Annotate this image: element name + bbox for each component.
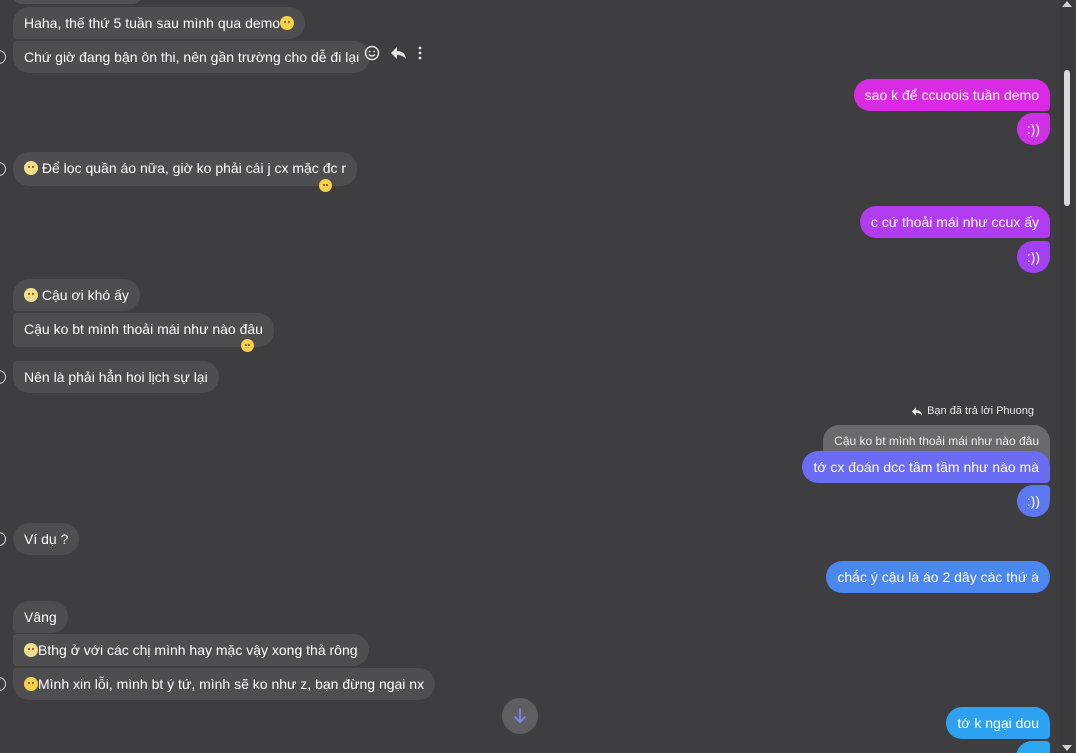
message-text: tớ k ngại dou (957, 715, 1039, 731)
outgoing-message[interactable]: tớ k ngại dou (946, 707, 1050, 739)
reply-arrow-icon (911, 406, 923, 416)
message-text: Cậu ko bt mình thoải mái như nào đâu (24, 321, 263, 337)
scrollbar-thumb[interactable] (1064, 70, 1070, 206)
sad-emoji-icon (24, 643, 38, 657)
message-text: :)) (1026, 249, 1040, 265)
arrow-down-icon (514, 708, 526, 723)
message-text: :)) (1026, 493, 1040, 509)
incoming-message[interactable]: Vâng (13, 601, 68, 633)
avatar[interactable] (0, 162, 6, 176)
quoted-text: Cậu ko bt mình thoải mái như nào đâu (834, 434, 1039, 448)
reply-label: Bạn đã trả lời Phuong (911, 405, 1034, 417)
smiley-icon[interactable] (364, 45, 380, 66)
message-text: Mình xin lỗi, mình bt ý tứ, mình sẽ ko n… (38, 676, 425, 692)
message-text: Bthg ở với các chị mình hay mặc vậy xong… (38, 642, 358, 658)
message-text: Nên là phải hẳn hoi lịch sự lại (24, 369, 208, 385)
outgoing-message[interactable]: :)) (1016, 485, 1050, 517)
outgoing-message-partial[interactable] (1016, 741, 1050, 753)
message-text: Chứ giờ đang bận ôn thi, nên gần trường … (24, 49, 360, 65)
outgoing-message[interactable]: chắc ý cậu là áo 2 dây các thứ à (826, 561, 1050, 593)
more-vertical-icon[interactable] (417, 45, 423, 66)
incoming-message[interactable]: Chứ giờ đang bận ôn thi, nên gần trường … (13, 41, 371, 73)
avatar[interactable] (0, 532, 6, 546)
incoming-message[interactable]: Để lọc quần áo nữa, giờ ko phải cái j cx… (13, 152, 358, 186)
outgoing-message[interactable]: :)) (1016, 113, 1050, 145)
message-text: chắc ý cậu là áo 2 dây các thứ à (837, 569, 1039, 585)
outgoing-message[interactable]: c cứ thoải mái như ccux ấy (859, 206, 1050, 238)
incoming-message[interactable]: Mình xin lỗi, mình bt ý tứ, mình sẽ ko n… (13, 668, 436, 700)
incoming-message[interactable]: Cậu ơi khó ấy (13, 279, 140, 311)
pensive-emoji-icon (24, 677, 38, 691)
outgoing-message[interactable]: sao k để ccuoois tuần demo (853, 79, 1050, 111)
scroll-down-arrow-icon[interactable] (1062, 745, 1072, 751)
avatar[interactable] (0, 370, 6, 384)
grinning-emoji-icon (280, 16, 295, 30)
message-text: Ví dụ ? (24, 531, 69, 547)
outgoing-message[interactable]: :)) (1016, 241, 1050, 273)
avatar[interactable] (0, 677, 6, 691)
message-text: :)) (1026, 121, 1040, 137)
message-text: Cậu ơi khó ấy (41, 287, 129, 303)
message-text: Haha, thế thứ 5 tuần sau mình qua demo (24, 15, 281, 31)
incoming-message[interactable]: Haha, thế thứ 5 tuần sau mình qua demo (13, 7, 306, 39)
scroll-to-bottom-button[interactable] (502, 698, 538, 734)
sad-emoji-icon (24, 288, 38, 302)
scroll-up-arrow-icon[interactable] (1062, 1, 1072, 7)
avatar[interactable] (0, 50, 6, 64)
reaction-emoji-icon[interactable] (241, 339, 254, 352)
message-text: Để lọc quần áo nữa, giờ ko phải cái j cx… (41, 160, 347, 176)
outgoing-message[interactable]: tớ cx đoán dcc tầm tầm như nào mà (802, 451, 1050, 483)
message-text: sao k để ccuoois tuần demo (864, 87, 1039, 103)
message-text: c cứ thoải mái như ccux ấy (870, 214, 1039, 230)
chat-window: Haha, thế thứ 5 tuần sau mình qua demo C… (0, 0, 1076, 753)
sad-emoji-icon (24, 161, 38, 175)
incoming-message[interactable]: Cậu ko bt mình thoải mái như nào đâu (13, 313, 274, 347)
reaction-emoji-icon[interactable] (319, 179, 332, 192)
message-text: tớ cx đoán dcc tầm tầm như nào mà (813, 459, 1039, 475)
incoming-message[interactable]: Bthg ở với các chị mình hay mặc vậy xong… (13, 634, 369, 666)
scrollbar[interactable] (1060, 0, 1074, 753)
previous-message-edge (13, 0, 141, 4)
message-text: Vâng (24, 609, 57, 625)
message-actions (364, 44, 423, 66)
incoming-message[interactable]: Nên là phải hẳn hoi lịch sự lại (13, 361, 219, 393)
reply-arrow-icon[interactable] (390, 45, 407, 66)
incoming-message[interactable]: Ví dụ ? (13, 523, 80, 555)
